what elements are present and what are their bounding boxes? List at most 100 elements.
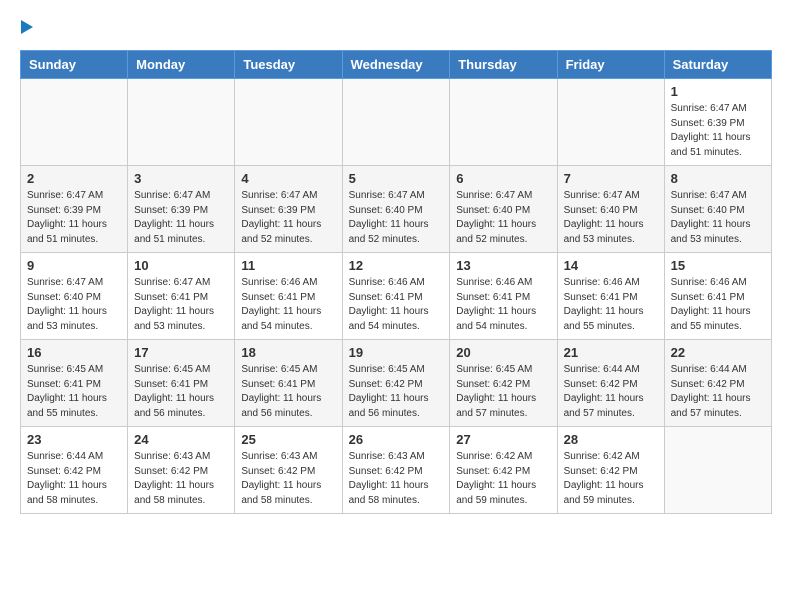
day-number: 14	[564, 258, 658, 273]
calendar-week-3: 9 Sunrise: 6:47 AM Sunset: 6:40 PM Daylig…	[21, 253, 772, 340]
calendar-cell: 14 Sunrise: 6:46 AM Sunset: 6:41 PM Dayli…	[557, 253, 664, 340]
day-number: 11	[241, 258, 335, 273]
day-info: Sunrise: 6:43 AM Sunset: 6:42 PM Dayligh…	[349, 450, 444, 508]
calendar-cell: 5 Sunrise: 6:47 AM Sunset: 6:40 PM Daylig…	[342, 166, 450, 253]
calendar-cell: 1 Sunrise: 6:47 AM Sunset: 6:39 PM Daylig…	[664, 79, 771, 166]
calendar-cell: 10 Sunrise: 6:47 AM Sunset: 6:41 PM Dayli…	[128, 253, 235, 340]
day-info: Sunrise: 6:47 AM Sunset: 6:40 PM Dayligh…	[671, 189, 765, 247]
calendar-cell: 23 Sunrise: 6:44 AM Sunset: 6:42 PM Dayli…	[21, 427, 128, 514]
calendar-cell: 2 Sunrise: 6:47 AM Sunset: 6:39 PM Daylig…	[21, 166, 128, 253]
logo	[20, 20, 33, 34]
day-number: 21	[564, 345, 658, 360]
calendar-cell: 16 Sunrise: 6:45 AM Sunset: 6:41 PM Dayli…	[21, 340, 128, 427]
day-number: 27	[456, 432, 550, 447]
day-info: Sunrise: 6:47 AM Sunset: 6:39 PM Dayligh…	[241, 189, 335, 247]
day-info: Sunrise: 6:46 AM Sunset: 6:41 PM Dayligh…	[241, 276, 335, 334]
day-number: 23	[27, 432, 121, 447]
day-number: 15	[671, 258, 765, 273]
day-number: 8	[671, 171, 765, 186]
day-number: 17	[134, 345, 228, 360]
calendar-cell	[557, 79, 664, 166]
day-number: 6	[456, 171, 550, 186]
calendar-cell: 21Sunrise: 6:44 AM Sunset: 6:42 PM Dayli…	[557, 340, 664, 427]
calendar-cell: 22Sunrise: 6:44 AM Sunset: 6:42 PM Dayli…	[664, 340, 771, 427]
day-info: Sunrise: 6:47 AM Sunset: 6:41 PM Dayligh…	[134, 276, 228, 334]
calendar-cell: 9 Sunrise: 6:47 AM Sunset: 6:40 PM Daylig…	[21, 253, 128, 340]
calendar-cell: 26Sunrise: 6:43 AM Sunset: 6:42 PM Dayli…	[342, 427, 450, 514]
day-info: Sunrise: 6:46 AM Sunset: 6:41 PM Dayligh…	[564, 276, 658, 334]
calendar-cell: 27 Sunrise: 6:42 AM Sunset: 6:42 PM Dayli…	[450, 427, 557, 514]
day-number: 3	[134, 171, 228, 186]
logo-arrow-icon	[21, 20, 33, 34]
calendar-cell: 25 Sunrise: 6:43 AM Sunset: 6:42 PM Dayli…	[235, 427, 342, 514]
day-info: Sunrise: 6:47 AM Sunset: 6:39 PM Dayligh…	[671, 102, 765, 160]
day-number: 9	[27, 258, 121, 273]
col-header-tuesday: Tuesday	[235, 51, 342, 79]
day-number: 22	[671, 345, 765, 360]
day-number: 10	[134, 258, 228, 273]
calendar-cell: 4 Sunrise: 6:47 AM Sunset: 6:39 PM Daylig…	[235, 166, 342, 253]
day-info: Sunrise: 6:45 AM Sunset: 6:41 PM Dayligh…	[241, 363, 335, 421]
col-header-monday: Monday	[128, 51, 235, 79]
day-info: Sunrise: 6:45 AM Sunset: 6:41 PM Dayligh…	[27, 363, 121, 421]
calendar-week-1: 1 Sunrise: 6:47 AM Sunset: 6:39 PM Daylig…	[21, 79, 772, 166]
calendar-cell: 28 Sunrise: 6:42 AM Sunset: 6:42 PM Dayli…	[557, 427, 664, 514]
calendar-cell	[342, 79, 450, 166]
calendar-cell: 13 Sunrise: 6:46 AM Sunset: 6:41 PM Dayli…	[450, 253, 557, 340]
calendar-cell: 6 Sunrise: 6:47 AM Sunset: 6:40 PM Daylig…	[450, 166, 557, 253]
col-header-thursday: Thursday	[450, 51, 557, 79]
day-info: Sunrise: 6:45 AM Sunset: 6:41 PM Dayligh…	[134, 363, 228, 421]
day-number: 1	[671, 84, 765, 99]
day-number: 19	[349, 345, 444, 360]
day-info: Sunrise: 6:47 AM Sunset: 6:40 PM Dayligh…	[456, 189, 550, 247]
day-info: Sunrise: 6:43 AM Sunset: 6:42 PM Dayligh…	[241, 450, 335, 508]
day-number: 18	[241, 345, 335, 360]
calendar-cell	[664, 427, 771, 514]
calendar-cell: 19 Sunrise: 6:45 AM Sunset: 6:42 PM Dayli…	[342, 340, 450, 427]
day-info: Sunrise: 6:43 AM Sunset: 6:42 PM Dayligh…	[134, 450, 228, 508]
col-header-friday: Friday	[557, 51, 664, 79]
calendar-cell: 11 Sunrise: 6:46 AM Sunset: 6:41 PM Dayli…	[235, 253, 342, 340]
calendar-week-4: 16 Sunrise: 6:45 AM Sunset: 6:41 PM Dayli…	[21, 340, 772, 427]
calendar-cell: 3 Sunrise: 6:47 AM Sunset: 6:39 PM Daylig…	[128, 166, 235, 253]
day-info: Sunrise: 6:46 AM Sunset: 6:41 PM Dayligh…	[671, 276, 765, 334]
calendar-cell	[450, 79, 557, 166]
day-info: Sunrise: 6:45 AM Sunset: 6:42 PM Dayligh…	[349, 363, 444, 421]
day-number: 7	[564, 171, 658, 186]
calendar-cell	[128, 79, 235, 166]
calendar-week-5: 23 Sunrise: 6:44 AM Sunset: 6:42 PM Dayli…	[21, 427, 772, 514]
day-info: Sunrise: 6:47 AM Sunset: 6:40 PM Dayligh…	[27, 276, 121, 334]
day-number: 2	[27, 171, 121, 186]
day-info: Sunrise: 6:47 AM Sunset: 6:39 PM Dayligh…	[27, 189, 121, 247]
calendar-cell: 24 Sunrise: 6:43 AM Sunset: 6:42 PM Dayli…	[128, 427, 235, 514]
day-info: Sunrise: 6:46 AM Sunset: 6:41 PM Dayligh…	[456, 276, 550, 334]
day-info: Sunrise: 6:47 AM Sunset: 6:39 PM Dayligh…	[134, 189, 228, 247]
calendar-cell	[235, 79, 342, 166]
calendar-cell: 8 Sunrise: 6:47 AM Sunset: 6:40 PM Daylig…	[664, 166, 771, 253]
day-info: Sunrise: 6:42 AM Sunset: 6:42 PM Dayligh…	[564, 450, 658, 508]
day-info: Sunrise: 6:47 AM Sunset: 6:40 PM Dayligh…	[349, 189, 444, 247]
calendar-table: SundayMondayTuesdayWednesdayThursdayFrid…	[20, 50, 772, 514]
calendar-cell: 12 Sunrise: 6:46 AM Sunset: 6:41 PM Dayli…	[342, 253, 450, 340]
day-number: 13	[456, 258, 550, 273]
page-header	[20, 20, 772, 34]
day-number: 20	[456, 345, 550, 360]
day-info: Sunrise: 6:42 AM Sunset: 6:42 PM Dayligh…	[456, 450, 550, 508]
calendar-cell: 15 Sunrise: 6:46 AM Sunset: 6:41 PM Dayli…	[664, 253, 771, 340]
day-number: 12	[349, 258, 444, 273]
col-header-wednesday: Wednesday	[342, 51, 450, 79]
day-number: 28	[564, 432, 658, 447]
day-number: 16	[27, 345, 121, 360]
calendar-cell: 20 Sunrise: 6:45 AM Sunset: 6:42 PM Dayli…	[450, 340, 557, 427]
day-info: Sunrise: 6:47 AM Sunset: 6:40 PM Dayligh…	[564, 189, 658, 247]
day-number: 25	[241, 432, 335, 447]
day-info: Sunrise: 6:45 AM Sunset: 6:42 PM Dayligh…	[456, 363, 550, 421]
calendar-cell: 18 Sunrise: 6:45 AM Sunset: 6:41 PM Dayli…	[235, 340, 342, 427]
day-info: Sunrise: 6:46 AM Sunset: 6:41 PM Dayligh…	[349, 276, 444, 334]
col-header-saturday: Saturday	[664, 51, 771, 79]
day-number: 4	[241, 171, 335, 186]
calendar-header-row: SundayMondayTuesdayWednesdayThursdayFrid…	[21, 51, 772, 79]
day-number: 24	[134, 432, 228, 447]
day-info: Sunrise: 6:44 AM Sunset: 6:42 PM Dayligh…	[27, 450, 121, 508]
day-number: 5	[349, 171, 444, 186]
